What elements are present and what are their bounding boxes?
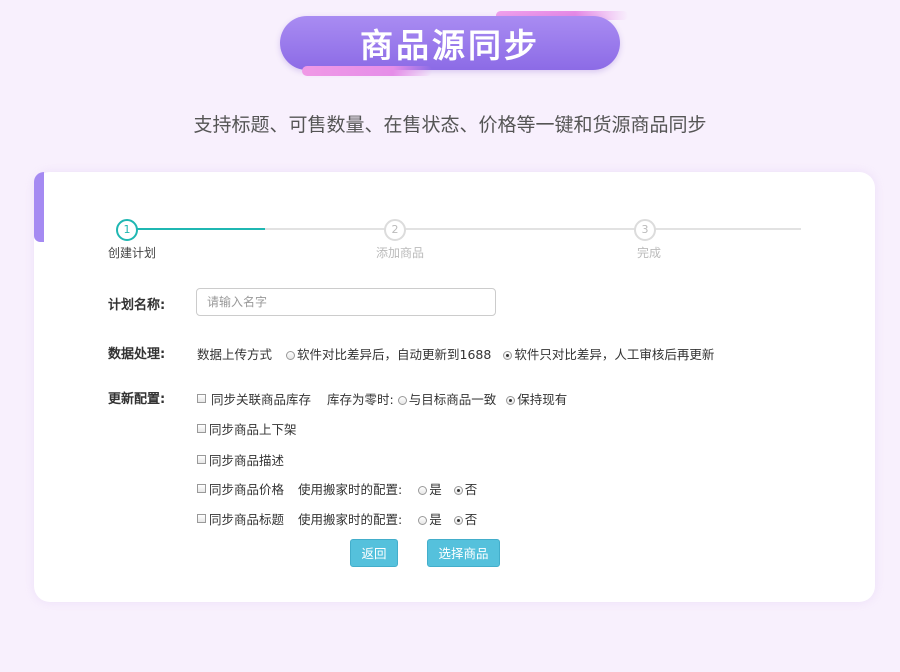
title-move-config-label: 使用搬家时的配置: (298, 512, 403, 527)
radio-manual-icon[interactable] (503, 351, 513, 360)
shelf-sync-label: 同步商品上下架 (209, 422, 297, 437)
price-sync-checkbox[interactable] (197, 484, 206, 493)
steps-progress (127, 228, 265, 230)
title-option-no[interactable]: 否 (453, 509, 478, 528)
desc-sync-label: 同步商品描述 (209, 453, 285, 468)
upload-option-manual-label: 软件只对比差异，人工审核后再更新 (514, 347, 715, 362)
price-option-no[interactable]: 否 (453, 479, 478, 498)
banner-glow-bottom (302, 66, 432, 76)
step-1-circle: 1 (116, 219, 138, 241)
data-processing-row: 数据上传方式 软件对比差异后，自动更新到1688 软件只对比差异，人工审核后再更… (197, 344, 714, 363)
radio-keep-icon[interactable] (506, 396, 516, 405)
step-2-label: 添加商品 (376, 246, 425, 260)
card-accent (34, 172, 44, 242)
title-sync-row: 同步商品标题 使用搬家时的配置: 是 否 (197, 509, 477, 528)
title-radio-no-icon[interactable] (453, 516, 463, 525)
stock-sync-row: 同步关联商品库存 库存为零时: 与目标商品一致 保持现有 (197, 389, 567, 408)
stock-zero-label: 库存为零时: (327, 392, 394, 407)
update-config-label: 更新配置: (108, 392, 166, 407)
title-radio-yes-icon[interactable] (418, 516, 428, 525)
price-radio-no-icon[interactable] (453, 486, 463, 495)
upload-option-auto[interactable]: 软件对比差异后，自动更新到1688 (286, 344, 491, 363)
stock-sync-checkbox[interactable] (197, 394, 206, 403)
price-move-config-label: 使用搬家时的配置: (298, 482, 403, 497)
title-option-yes[interactable]: 是 (418, 509, 442, 528)
title-option-yes-label: 是 (429, 512, 442, 527)
title-option-no-label: 否 (464, 512, 478, 527)
stock-zero-option-keep[interactable]: 保持现有 (506, 389, 567, 408)
shelf-sync-checkbox[interactable] (197, 424, 206, 433)
radio-match-icon[interactable] (397, 396, 407, 405)
data-processing-label: 数据处理: (108, 347, 166, 362)
plan-name-label: 计划名称: (108, 298, 166, 313)
price-sync-label: 同步商品价格 (209, 482, 285, 497)
page-title: 商品源同步 (360, 26, 540, 65)
price-option-no-label: 否 (464, 482, 478, 497)
step-2-circle: 2 (384, 219, 406, 241)
page-subtitle: 支持标题、可售数量、在售状态、价格等一键和货源商品同步 (193, 114, 707, 136)
price-radio-yes-icon[interactable] (418, 486, 428, 495)
stock-zero-option-keep-label: 保持现有 (517, 392, 568, 407)
step-3-label: 完成 (637, 246, 662, 260)
form-card: 1 创建计划 2 添加商品 3 完成 计划名称: 数据处理: 数据上传方式 软件… (34, 172, 875, 602)
banner-pill: 商品源同步 (280, 16, 620, 70)
price-option-yes-label: 是 (429, 482, 442, 497)
upload-option-auto-label: 软件对比差异后，自动更新到1688 (297, 347, 492, 362)
back-button[interactable]: 返回 (350, 539, 398, 567)
shelf-sync-row: 同步商品上下架 (197, 419, 297, 438)
desc-sync-row: 同步商品描述 (197, 450, 284, 469)
desc-sync-checkbox[interactable] (197, 455, 206, 464)
upload-option-manual[interactable]: 软件只对比差异，人工审核后再更新 (503, 344, 714, 363)
banner: 商品源同步 (278, 11, 628, 80)
step-1-label: 创建计划 (108, 246, 157, 260)
title-sync-label: 同步商品标题 (209, 512, 285, 527)
price-option-yes[interactable]: 是 (418, 479, 442, 498)
stock-zero-option-match[interactable]: 与目标商品一致 (397, 389, 497, 408)
title-sync-checkbox[interactable] (197, 514, 206, 523)
radio-auto-icon[interactable] (286, 351, 296, 360)
step-3-circle: 3 (634, 219, 656, 241)
price-sync-row: 同步商品价格 使用搬家时的配置: 是 否 (197, 479, 477, 498)
upload-method-label: 数据上传方式 (197, 347, 273, 362)
stock-sync-label: 同步关联商品库存 (211, 392, 312, 407)
plan-name-input[interactable] (196, 288, 496, 316)
stock-zero-option-match-label: 与目标商品一致 (408, 392, 497, 407)
select-products-button[interactable]: 选择商品 (427, 539, 500, 567)
